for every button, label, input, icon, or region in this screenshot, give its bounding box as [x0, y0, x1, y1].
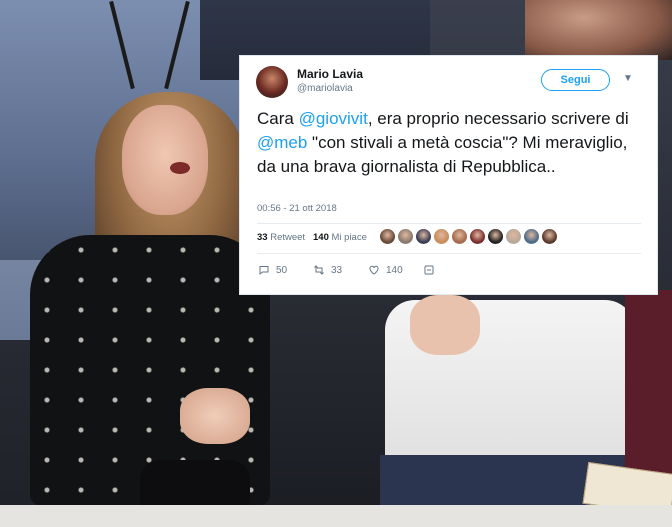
- mention-link[interactable]: @giovivit: [299, 109, 368, 128]
- tweet-text-part: Cara: [257, 109, 299, 128]
- liker-avatars: [380, 229, 557, 244]
- retweet-icon: [314, 265, 324, 275]
- liker-avatar[interactable]: [380, 229, 395, 244]
- direct-message-icon: [424, 265, 434, 275]
- like-count[interactable]: 140: [313, 232, 329, 243]
- liker-avatar[interactable]: [434, 229, 449, 244]
- follow-button[interactable]: Segui: [541, 69, 610, 91]
- display-name[interactable]: Mario Lavia: [297, 67, 363, 81]
- reply-count: 50: [276, 264, 288, 276]
- retweet-button[interactable]: 33: [313, 264, 368, 276]
- divider: [257, 223, 641, 224]
- liker-avatar[interactable]: [452, 229, 467, 244]
- retweet-count[interactable]: 33: [257, 232, 268, 243]
- action-bar: 50 33 140: [258, 264, 478, 276]
- like-label[interactable]: Mi piace: [332, 232, 367, 243]
- divider: [257, 253, 641, 254]
- heart-icon: [369, 265, 379, 275]
- avatar[interactable]: [256, 66, 288, 98]
- like-action-count: 140: [386, 264, 403, 276]
- retweet-action-count: 33: [331, 264, 343, 276]
- tweet-text: Cara @giovivit, era proprio necessario s…: [257, 107, 647, 179]
- user-handle[interactable]: @mariolavia: [297, 83, 353, 94]
- reply-icon: [259, 266, 269, 276]
- liker-avatar[interactable]: [470, 229, 485, 244]
- tweet-text-part: "con stivali a metà coscia"? Mi meravigl…: [257, 133, 628, 176]
- reply-button[interactable]: 50: [258, 264, 313, 276]
- chevron-down-icon[interactable]: ▼: [623, 73, 633, 84]
- engagement-stats: 33 Retweet 140 Mi piace: [257, 232, 367, 243]
- direct-message-button[interactable]: [423, 264, 478, 276]
- liker-avatar[interactable]: [416, 229, 431, 244]
- mention-link[interactable]: @meb: [257, 133, 307, 152]
- liker-avatar[interactable]: [542, 229, 557, 244]
- liker-avatar[interactable]: [488, 229, 503, 244]
- tweet-text-part: , era proprio necessario scrivere di: [367, 109, 629, 128]
- retweet-label[interactable]: Retweet: [270, 232, 305, 243]
- like-button[interactable]: 140: [368, 264, 423, 276]
- timestamp[interactable]: 00:56 - 21 ott 2018: [257, 203, 337, 214]
- liker-avatar[interactable]: [524, 229, 539, 244]
- tweet-card: Mario Lavia @mariolavia Segui ▼ Cara @gi…: [240, 56, 657, 294]
- liker-avatar[interactable]: [398, 229, 413, 244]
- liker-avatar[interactable]: [506, 229, 521, 244]
